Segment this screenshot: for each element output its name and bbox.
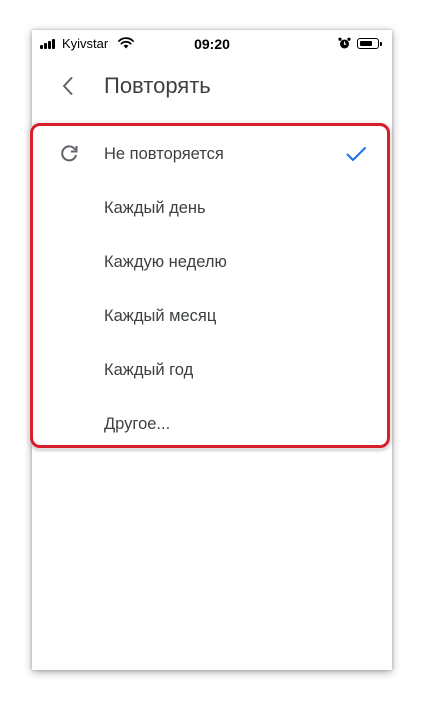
back-button[interactable] bbox=[54, 72, 82, 100]
option-yearly[interactable]: Каждый год bbox=[32, 343, 392, 397]
repeat-icon bbox=[57, 142, 81, 166]
option-daily[interactable]: Каждый день bbox=[32, 181, 392, 235]
option-weekly[interactable]: Каждую неделю bbox=[32, 235, 392, 289]
option-monthly[interactable]: Каждый месяц bbox=[32, 289, 392, 343]
option-label: Каждую неделю bbox=[104, 253, 227, 271]
alarm-icon bbox=[338, 37, 351, 53]
page-title: Повторять bbox=[104, 73, 211, 98]
option-label: Каждый год bbox=[104, 361, 194, 379]
status-bar: Kyivstar 09:20 bbox=[32, 30, 392, 58]
battery-icon bbox=[357, 38, 382, 49]
option-label: Не повторяется bbox=[104, 145, 224, 163]
option-custom[interactable]: Другое... bbox=[32, 397, 392, 451]
phone-screen: Kyivstar 09:20 Повторять Не повторяется … bbox=[32, 30, 392, 670]
option-label: Каждый месяц bbox=[104, 307, 217, 325]
option-label: Каждый день bbox=[104, 199, 206, 217]
app-header: Повторять bbox=[32, 58, 392, 114]
option-no-repeat[interactable]: Не повторяется bbox=[32, 127, 392, 181]
option-label: Другое... bbox=[104, 415, 171, 433]
chevron-left-icon bbox=[63, 77, 73, 95]
repeat-options-list: Не повторяется Каждый день Каждую неделю… bbox=[32, 127, 392, 451]
checkmark-icon bbox=[344, 142, 368, 166]
